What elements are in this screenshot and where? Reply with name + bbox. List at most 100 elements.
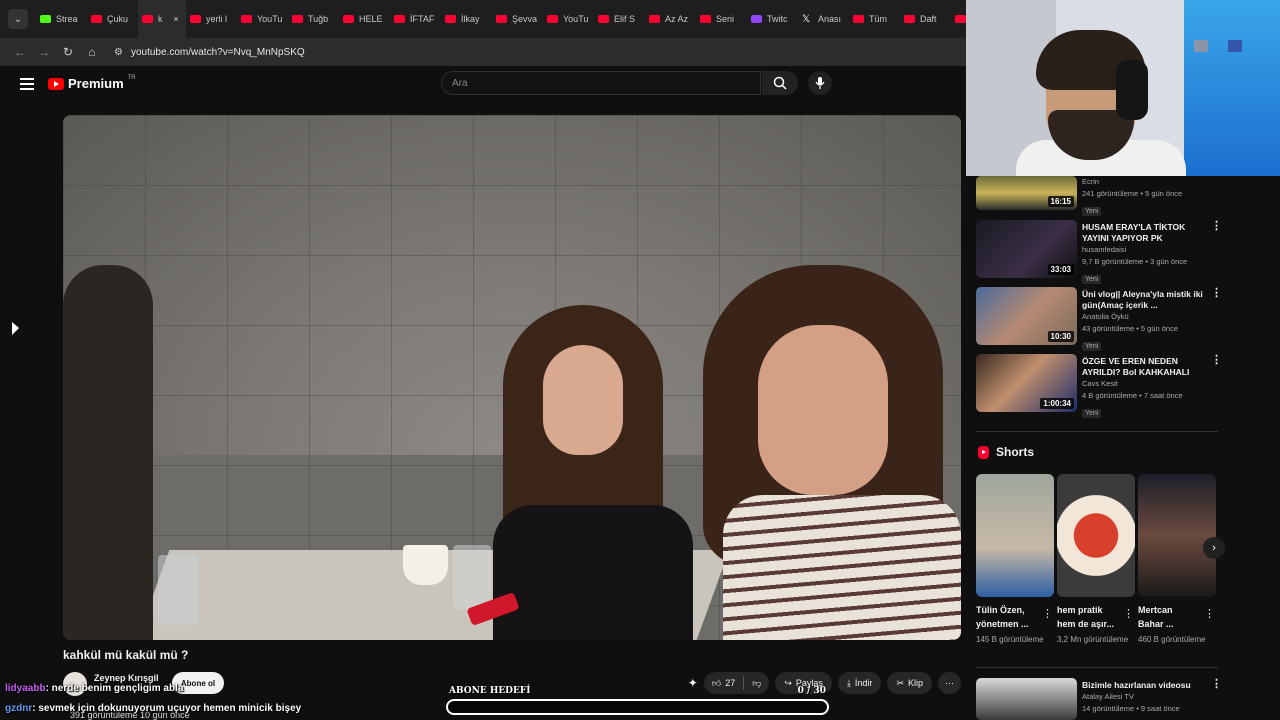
forward-icon[interactable]: →: [32, 45, 56, 59]
video-thumbnail[interactable]: [976, 678, 1077, 720]
video-thumbnail[interactable]: 1:00:34: [976, 354, 1077, 412]
rec-channel[interactable]: Ecrin: [1082, 176, 1208, 188]
browser-tab[interactable]: yerli l: [186, 0, 237, 38]
more-vert-icon[interactable]: ⋮: [1211, 221, 1222, 232]
browser-tab[interactable]: Strea: [36, 0, 87, 38]
rec-channel[interactable]: Anatolia Öykü: [1082, 311, 1208, 323]
recommendation-item[interactable]: 10:30 Üni vlog|| Aleyna'yla mistik iki gü…: [976, 287, 1222, 354]
browser-tab[interactable]: İlkay: [441, 0, 492, 38]
browser-tab[interactable]: 𝕏 Anası: [798, 0, 849, 38]
short-more-icon[interactable]: ⋮: [1123, 607, 1134, 620]
browser-tab[interactable]: İFTAF: [390, 0, 441, 38]
clip-button[interactable]: ✂ Klip: [887, 672, 932, 694]
browser-tab[interactable]: Tuğb: [288, 0, 339, 38]
rec-channel[interactable]: Cavs Kesit: [1082, 378, 1208, 390]
video-frame-person-middle: [473, 305, 703, 640]
video-frame-person-left: [63, 265, 153, 640]
browser-tab[interactable]: Daft: [900, 0, 951, 38]
short-thumbnail[interactable]: [1057, 474, 1135, 597]
site-info-icon[interactable]: ⚙: [114, 47, 123, 58]
tab-label: Anası: [818, 14, 842, 24]
short-thumbnail[interactable]: [1138, 474, 1216, 597]
overlay-chat-line: lidyaabb: nerde benim gençligim abla: [5, 683, 183, 694]
video-player[interactable]: [63, 115, 961, 640]
youtube-play-icon: [48, 77, 64, 90]
browser-tab[interactable]: Az Az: [645, 0, 696, 38]
voice-search-button[interactable]: [808, 71, 832, 95]
new-badge: Yeni: [1082, 207, 1102, 216]
browser-tab[interactable]: k ×: [138, 0, 186, 38]
short-title[interactable]: hem pratik hem de aşır...: [1057, 603, 1119, 631]
recommendation-item[interactable]: 33:03 HUSAM ERAY'LA TİKTOK YAYINI YAPIYOR…: [976, 220, 1222, 287]
browser-tab[interactable]: Şevva: [492, 0, 543, 38]
tab-label: İFTAF: [410, 14, 435, 24]
close-tab-icon[interactable]: ×: [174, 14, 179, 24]
short-card[interactable]: hem pratik hem de aşır... 3,2 Mn görüntü…: [1057, 474, 1135, 647]
youtube-icon: [292, 15, 303, 23]
youtube-icon: [190, 15, 201, 23]
reload-icon[interactable]: ↻: [56, 45, 80, 59]
short-title[interactable]: Tülin Özen, yönetmen ...: [976, 603, 1038, 631]
tab-label: Twitc: [767, 14, 788, 24]
rec-title[interactable]: Bizimle hazırlanan videosu: [1082, 680, 1208, 691]
tab-list-button[interactable]: ⌄: [8, 9, 28, 29]
webcam-overlay: [966, 0, 1280, 176]
search-input[interactable]: Ara: [441, 71, 761, 95]
short-card[interactable]: Mertcan Bahar ... 460 B görüntüleme ⋮: [1138, 474, 1216, 647]
browser-tab[interactable]: YouTu: [543, 0, 594, 38]
more-vert-icon[interactable]: ⋮: [1211, 355, 1222, 366]
more-vert-icon[interactable]: ⋮: [1211, 679, 1222, 690]
short-title[interactable]: Mertcan Bahar ...: [1138, 603, 1200, 631]
rec-title[interactable]: Üni vlog|| Aleyna'yla mistik iki gün(Ama…: [1082, 289, 1208, 311]
tab-label: Az Az: [665, 14, 689, 24]
youtube-logo[interactable]: Premium TR: [48, 74, 136, 91]
youtube-icon: [547, 15, 558, 23]
rec-channel[interactable]: husamfedaisi: [1082, 244, 1208, 256]
short-views: 145 B görüntüleme: [976, 635, 1044, 644]
browser-tab[interactable]: Çuku: [87, 0, 138, 38]
browser-tab[interactable]: Seni: [696, 0, 747, 38]
search-placeholder: Ara: [452, 77, 468, 89]
video-thumbnail[interactable]: 10:30: [976, 287, 1077, 345]
chevron-right-icon[interactable]: ›: [1203, 537, 1225, 559]
video-thumbnail[interactable]: 16:15: [976, 176, 1077, 210]
rec-channel[interactable]: Atalay Ailesi TV: [1082, 691, 1208, 703]
more-actions-button[interactable]: ⋯: [938, 672, 961, 694]
short-more-icon[interactable]: ⋮: [1042, 607, 1053, 620]
url-text: youtube.com/watch?v=Nvq_MnNpSKQ: [130, 46, 305, 58]
browser-tab[interactable]: YouTu: [237, 0, 288, 38]
short-more-icon[interactable]: ⋮: [1204, 607, 1215, 620]
new-badge: Yeni: [1082, 342, 1102, 351]
tab-label: Tuğb: [308, 14, 329, 24]
channel-name[interactable]: Zeynep Kırışgil: [94, 673, 159, 683]
video-duration: 10:30: [1047, 331, 1074, 342]
tab-label: İlkay: [461, 14, 480, 24]
shorts-heading: Shorts: [996, 445, 1035, 459]
browser-tab[interactable]: Twitc: [747, 0, 798, 38]
rec-title[interactable]: HUSAM ERAY'LA TİKTOK YAYINI YAPIYOR PK A…: [1082, 222, 1208, 244]
rec-meta: 4 B görüntüleme • 7 saat önce: [1082, 391, 1183, 400]
more-vert-icon[interactable]: ⋮: [1211, 288, 1222, 299]
menu-icon[interactable]: [20, 78, 34, 90]
short-card[interactable]: Tülin Özen, yönetmen ... 145 B görüntüle…: [976, 474, 1054, 647]
youtube-icon: [700, 15, 711, 23]
recommendation-item[interactable]: 1:00:34 ÖZGE VE EREN NEDEN AYRILDI? Bol K…: [976, 354, 1222, 421]
search-button[interactable]: [762, 71, 798, 95]
region-code: TR: [127, 74, 136, 81]
overlay-chat-line: gzdnr: sevmek için dokunuyorum uçuyor he…: [5, 703, 301, 714]
back-icon[interactable]: ←: [8, 45, 32, 59]
short-thumbnail[interactable]: [976, 474, 1054, 597]
url-field[interactable]: ⚙ youtube.com/watch?v=Nvq_MnNpSKQ: [114, 47, 305, 58]
tab-label: Seni: [716, 14, 735, 24]
browser-tab[interactable]: Tüm: [849, 0, 900, 38]
x-icon: 𝕏: [802, 13, 811, 25]
video-thumbnail[interactable]: 33:03: [976, 220, 1077, 278]
recommendation-item[interactable]: 16:15 Ecrin 241 görüntüleme • 5 gün önce Ye…: [976, 176, 1220, 220]
clip-label: Klip: [907, 678, 923, 688]
rec-title[interactable]: ÖZGE VE EREN NEDEN AYRILDI? Bol KAHKAHAL…: [1082, 356, 1208, 378]
browser-tab[interactable]: Elif S: [594, 0, 645, 38]
logo-text: Premium: [68, 76, 124, 91]
home-icon[interactable]: ⌂: [80, 45, 104, 59]
download-button[interactable]: ⤓ İndir: [837, 672, 882, 694]
browser-tab[interactable]: HELE: [339, 0, 390, 38]
